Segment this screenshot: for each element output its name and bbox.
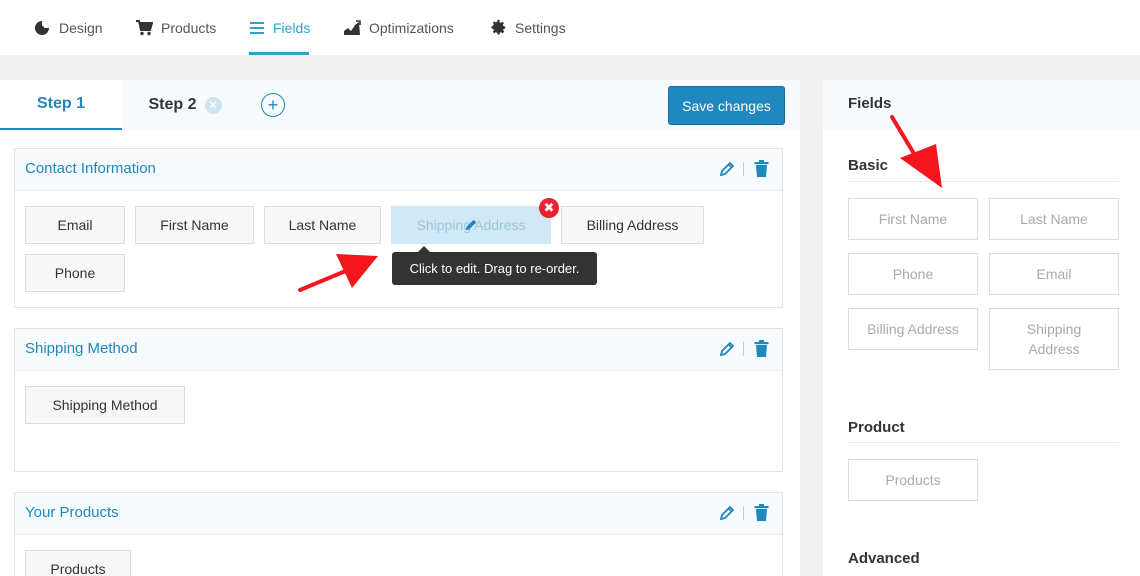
group-title-product: Product bbox=[848, 419, 905, 436]
divider bbox=[743, 162, 744, 176]
nav-tab-label: Settings bbox=[515, 19, 566, 36]
field-label: Phone bbox=[892, 266, 934, 282]
field-label: First Name bbox=[160, 217, 229, 233]
fields-palette-panel: Fields Basic First Name Last Name Phone … bbox=[823, 80, 1140, 576]
design-icon bbox=[33, 19, 51, 37]
field-label: Shipping Address bbox=[1026, 321, 1082, 357]
field-label: Phone bbox=[54, 265, 96, 281]
field-label: Billing Address bbox=[586, 217, 679, 233]
save-changes-button[interactable]: Save changes bbox=[668, 86, 785, 125]
group-title-basic: Basic bbox=[848, 157, 889, 174]
field-first-name[interactable]: First Name bbox=[135, 206, 254, 244]
add-step-button[interactable]: + bbox=[261, 93, 285, 117]
group-title-advanced: Advanced bbox=[848, 550, 920, 567]
field-last-name[interactable]: Last Name bbox=[264, 206, 381, 244]
tab-step-2[interactable]: Step 2 ✕ bbox=[122, 80, 248, 130]
field-email[interactable]: Email bbox=[25, 206, 125, 244]
palette-field-billing-address[interactable]: Billing Address bbox=[848, 308, 978, 350]
field-billing-address[interactable]: Billing Address bbox=[561, 206, 704, 244]
pencil-icon[interactable] bbox=[719, 161, 735, 177]
divider bbox=[848, 442, 1119, 443]
annotation-arrow-icon bbox=[298, 254, 378, 292]
nav-tab-optimizations[interactable]: Optimizations bbox=[343, 0, 454, 55]
field-label: Last Name bbox=[288, 217, 357, 233]
chart-icon bbox=[343, 19, 361, 37]
section-header: Shipping Method bbox=[15, 329, 782, 371]
nav-tab-products[interactable]: Products bbox=[135, 0, 216, 55]
tooltip-text: Click to edit. Drag to re-order. bbox=[409, 261, 580, 276]
field-label: Email bbox=[1036, 266, 1072, 282]
remove-step-icon[interactable]: ✕ bbox=[204, 96, 222, 114]
field-label: Products bbox=[50, 561, 106, 576]
nav-tab-fields[interactable]: Fields bbox=[249, 0, 311, 55]
palette-field-email[interactable]: Email bbox=[989, 253, 1119, 295]
section-title: Shipping Method bbox=[25, 340, 138, 357]
palette-field-shipping-address[interactable]: Shipping Address bbox=[989, 308, 1119, 370]
trash-icon[interactable] bbox=[754, 504, 770, 522]
divider bbox=[743, 342, 744, 356]
tab-label: Step 1 bbox=[36, 95, 85, 112]
field-label: First Name bbox=[878, 211, 948, 227]
list-icon bbox=[249, 19, 265, 37]
gear-icon bbox=[489, 19, 507, 37]
nav-tab-settings[interactable]: Settings bbox=[489, 0, 566, 55]
pencil-icon[interactable] bbox=[719, 341, 735, 357]
section-title: Your Products bbox=[25, 504, 119, 521]
nav-tab-label: Optimizations bbox=[369, 19, 454, 36]
trash-icon[interactable] bbox=[754, 340, 770, 358]
field-label: Products bbox=[885, 472, 941, 488]
cart-icon bbox=[135, 19, 153, 37]
field-label: Email bbox=[57, 217, 93, 233]
palette-header: Fields bbox=[823, 80, 1140, 130]
section-header: Your Products bbox=[15, 493, 782, 535]
field-phone[interactable]: Phone bbox=[25, 254, 125, 292]
palette-field-products[interactable]: Products bbox=[848, 459, 978, 501]
nav-tab-label: Design bbox=[59, 19, 103, 36]
palette-title: Fields bbox=[848, 95, 892, 112]
palette-field-last-name[interactable]: Last Name bbox=[989, 198, 1119, 240]
section-title: Contact Information bbox=[25, 160, 156, 177]
trash-icon[interactable] bbox=[754, 160, 770, 178]
pencil-icon[interactable] bbox=[719, 505, 735, 521]
top-navigation: Design Products Fields Optimizations Set… bbox=[0, 0, 1140, 55]
field-products[interactable]: Products bbox=[25, 550, 131, 576]
step-tab-bar: Step 1 Step 2 ✕ + Save changes bbox=[0, 80, 800, 130]
field-label: Shipping Method bbox=[52, 397, 158, 413]
nav-tab-label: Fields bbox=[273, 19, 311, 36]
field-label: Last Name bbox=[1020, 211, 1088, 227]
tab-step-1[interactable]: Step 1 bbox=[0, 80, 122, 130]
palette-field-phone[interactable]: Phone bbox=[848, 253, 978, 295]
nav-tab-design[interactable]: Design bbox=[33, 0, 103, 55]
edit-tooltip: Click to edit. Drag to re-order. bbox=[392, 246, 597, 285]
section-header: Contact Information bbox=[15, 149, 782, 191]
divider bbox=[743, 506, 744, 520]
tab-label: Step 2 bbox=[148, 96, 197, 113]
annotation-arrow-icon bbox=[890, 115, 942, 188]
edit-field-pencil-icon[interactable] bbox=[464, 218, 478, 232]
palette-field-first-name[interactable]: First Name bbox=[848, 198, 978, 240]
field-label: Billing Address bbox=[867, 321, 959, 337]
remove-field-icon[interactable]: ✖ bbox=[539, 198, 559, 218]
field-shipping-method[interactable]: Shipping Method bbox=[25, 386, 185, 424]
nav-tab-label: Products bbox=[161, 19, 217, 36]
